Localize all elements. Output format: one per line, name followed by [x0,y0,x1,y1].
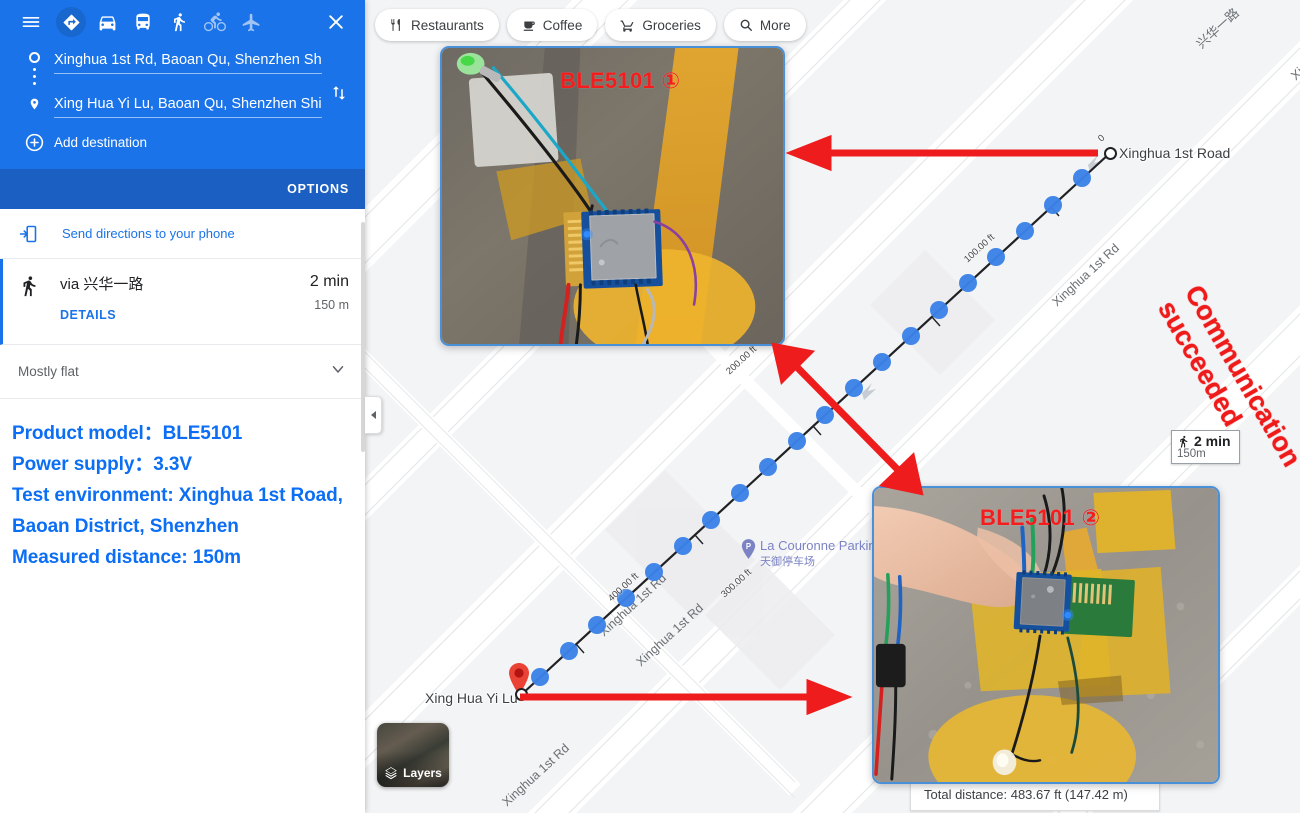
photo-2-caption: BLE5101 ② [980,505,1100,531]
chip-coffee[interactable]: Coffee [507,9,598,41]
walking-route-icon [18,273,48,330]
note-line-3: Test environment: Xinghua 1st Road, [12,483,353,508]
travel-mode-cycling-icon[interactable] [200,7,230,37]
origin-ring-icon [29,52,40,63]
route-via-label: via 兴华一路 [60,273,310,294]
swap-endpoints-button[interactable] [322,46,356,118]
address-inputs-block: Xinghua 1st Rd, Baoan Qu, Shenzhen Sh Xi… [0,44,365,169]
route-dots-icon [33,63,36,90]
chevron-left-icon [371,411,376,419]
map-viewport[interactable]: Restaurants Coffee Groceries More [365,0,1300,813]
walk-duration-badge[interactable]: 2 min 150m [1171,430,1240,464]
travel-mode-walking-icon[interactable] [164,7,194,37]
layers-label: Layers [403,766,442,780]
measure-endpoint-destination[interactable] [515,688,528,701]
destination-marker-gutter [14,90,54,112]
chip-more[interactable]: More [724,9,806,41]
directions-sidebar: Xinghua 1st Rd, Baoan Qu, Shenzhen Sh Xi… [0,0,365,813]
note-line-4: Baoan District, Shenzhen [12,514,353,539]
photo-ble5101-2[interactable]: BLE5101 ② [872,486,1220,784]
note-line-1: Product model：BLE5101 [12,421,353,446]
walk-badge-top: 2 min [1177,433,1231,449]
restaurant-icon [390,18,404,32]
layers-button[interactable]: Layers [377,723,449,787]
chip-restaurants-label: Restaurants [411,18,484,33]
measure-endpoint-origin[interactable] [1104,147,1117,160]
travel-mode-directions-icon[interactable] [56,7,86,37]
walk-badge-distance: 150m [1177,448,1231,460]
route-metrics: 2 min 150 m [310,273,349,330]
chip-groceries[interactable]: Groceries [605,9,716,41]
groceries-icon [620,18,635,33]
origin-marker-gutter [14,46,54,90]
walking-person-icon [1177,434,1190,449]
travel-mode-flights-icon[interactable] [236,7,266,37]
photo-ble5101-1[interactable]: BLE5101 ① [440,46,785,346]
note-line-2: Power supply：3.3V [12,452,353,477]
route-summary: via 兴华一路 DETAILS [48,273,310,330]
close-icon[interactable] [321,7,351,37]
chip-restaurants[interactable]: Restaurants [375,9,499,41]
elevation-row[interactable]: Mostly flat [0,345,365,399]
collapse-sidebar-button[interactable] [365,396,382,434]
layers-caption: Layers [377,766,449,780]
route-duration: 2 min [310,273,349,291]
add-destination-label[interactable]: Add destination [54,135,147,150]
origin-input[interactable]: Xinghua 1st Rd, Baoan Qu, Shenzhen Sh [54,46,322,74]
options-button[interactable]: OPTIONS [287,182,349,196]
menu-icon[interactable] [16,7,46,37]
chip-more-label: More [760,18,791,33]
photo-2-image [874,488,1218,782]
note-line-5: Measured distance: 150m [12,545,353,570]
send-directions-row[interactable]: Send directions to your phone [0,209,365,259]
walk-badge-duration: 2 min [1194,433,1231,449]
chip-groceries-label: Groceries [642,18,701,33]
destination-row: Xing Hua Yi Lu, Baoan Qu, Shenzhen Shi [14,90,322,118]
coffee-icon [522,18,536,32]
layers-icon [384,766,398,780]
chip-coffee-label: Coffee [543,18,583,33]
product-notes-block: Product model：BLE5101 Power supply：3.3V … [0,399,365,570]
route-option-card[interactable]: via 兴华一路 DETAILS 2 min 150 m [0,259,365,345]
photo-1-caption: BLE5101 ① [560,68,680,94]
destination-pin-icon [28,96,41,112]
route-details-button[interactable]: DETAILS [60,308,310,322]
travel-mode-transit-icon[interactable] [128,7,158,37]
origin-row: Xinghua 1st Rd, Baoan Qu, Shenzhen Sh [14,46,322,90]
route-distance: 150 m [310,298,349,312]
add-destination-plus-icon [14,132,54,153]
send-to-phone-icon [18,224,44,244]
chevron-down-icon[interactable] [329,360,347,383]
map-filter-chips: Restaurants Coffee Groceries More [375,9,806,41]
add-destination-row[interactable]: Add destination [14,132,351,153]
destination-input[interactable]: Xing Hua Yi Lu, Baoan Qu, Shenzhen Shi [54,90,322,118]
search-icon [739,18,753,32]
travel-mode-toolbar [0,0,365,44]
maps-app-window: Xinghua 1st Rd, Baoan Qu, Shenzhen Sh Xi… [0,0,1300,813]
send-directions-label: Send directions to your phone [62,226,235,241]
travel-mode-driving-icon[interactable] [92,7,122,37]
options-bar: OPTIONS [0,169,365,209]
elevation-label: Mostly flat [18,364,79,379]
